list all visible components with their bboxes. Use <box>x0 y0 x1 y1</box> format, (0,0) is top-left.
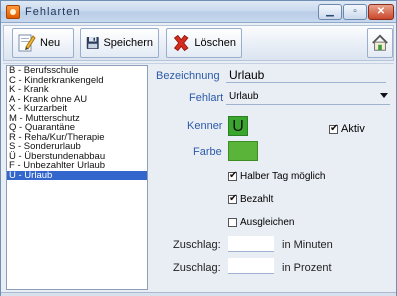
halber-tag-check-icon <box>228 170 237 181</box>
new-button[interactable]: Neu <box>12 28 74 58</box>
bezahlt-checkbox[interactable]: Bezahlt <box>228 193 274 205</box>
ausgleichen-check-icon <box>228 218 237 227</box>
save-button[interactable]: Speichern <box>80 28 159 58</box>
save-button-label: Speichern <box>103 37 153 49</box>
maximize-button[interactable]: ▫ <box>343 4 367 20</box>
status-bar <box>1 292 396 296</box>
absence-type-list[interactable]: B - Berufsschule C - Kinderkrankengeld K -… <box>6 65 148 290</box>
ausgleichen-checkbox[interactable]: Ausgleichen <box>228 217 294 228</box>
halber-tag-label: Halber Tag möglich <box>240 171 326 182</box>
aktiv-checkbox[interactable]: Aktiv <box>329 123 365 135</box>
toolbar-separator <box>3 63 394 64</box>
kenner-input[interactable]: U <box>228 116 248 136</box>
aktiv-check-icon <box>329 123 338 134</box>
fehlart-select[interactable]: Urlaub <box>226 90 390 105</box>
window-title: Fehlarten <box>25 6 81 18</box>
bezahlt-check-icon <box>228 193 237 204</box>
fehlarten-window: Fehlarten ▁ ▫ ✕ Neu Speichern Löschen B … <box>0 0 397 296</box>
zuschlag-prozent-input[interactable] <box>228 258 274 274</box>
new-button-label: Neu <box>40 37 61 49</box>
fehlart-label: Fehlart <box>189 92 224 104</box>
delete-button-label: Löschen <box>194 37 236 49</box>
bezahlt-label: Bezahlt <box>240 194 274 205</box>
minimize-button[interactable]: ▁ <box>318 4 342 20</box>
chevron-down-icon <box>380 93 388 98</box>
aktiv-label: Aktiv <box>341 123 365 135</box>
delete-button[interactable]: Löschen <box>166 28 242 58</box>
detail-form: Bezeichnung Fehlart Urlaub Kenner U Akti… <box>152 65 394 290</box>
new-document-icon <box>18 34 36 52</box>
list-item[interactable]: U - Urlaub <box>7 170 147 180</box>
farbe-label: Farbe <box>193 146 222 158</box>
home-button[interactable] <box>367 28 393 58</box>
zuschlag-prozent-label: Zuschlag: <box>173 262 221 274</box>
farbe-color-picker[interactable] <box>228 141 258 161</box>
bezeichnung-label: Bezeichnung <box>156 70 220 82</box>
title-bar[interactable]: Fehlarten ▁ ▫ ✕ <box>1 1 396 23</box>
close-button[interactable]: ✕ <box>368 4 394 20</box>
ausgleichen-label: Ausgleichen <box>240 217 295 228</box>
home-icon <box>372 34 388 51</box>
zuschlag-prozent-unit: in Prozent <box>282 262 332 274</box>
zuschlag-minuten-input[interactable] <box>228 236 274 252</box>
app-icon <box>6 5 20 19</box>
zuschlag-minuten-label: Zuschlag: <box>173 239 221 251</box>
red-x-icon <box>173 34 189 52</box>
kenner-label: Kenner <box>187 120 223 132</box>
toolbar: Neu Speichern Löschen <box>3 25 394 61</box>
zuschlag-minuten-unit: in Minuten <box>282 239 333 251</box>
halber-tag-checkbox[interactable]: Halber Tag möglich <box>228 170 326 182</box>
floppy-disk-icon <box>86 37 99 49</box>
bezeichnung-input[interactable] <box>226 67 386 83</box>
fehlart-selected-value: Urlaub <box>229 91 259 102</box>
